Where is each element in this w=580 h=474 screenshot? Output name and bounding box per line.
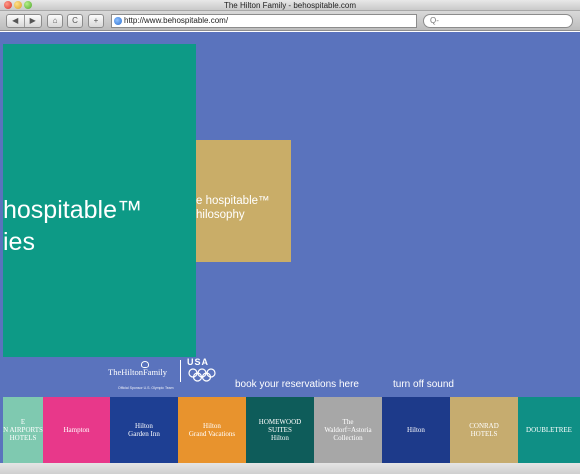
philosophy-heading: e hospitable™ hilosophy — [196, 195, 270, 221]
brand-tile-hilton[interactable]: Hilton — [382, 397, 450, 463]
brand-tile-hilton-grand-vacations[interactable]: Hilton Grand Vacations — [178, 397, 246, 463]
brand-tile-embassy[interactable]: E N AIRPORTS HOTELS — [3, 397, 43, 463]
search-field[interactable]: Q- — [423, 14, 573, 28]
book-reservations-link[interactable]: book your reservations here — [235, 379, 359, 390]
turn-off-sound-link[interactable]: turn off sound — [393, 379, 454, 390]
brand-tile-hilton-garden-inn[interactable]: Hilton Garden Inn — [110, 397, 178, 463]
brand-tile-doubletree[interactable]: DOUBLETREE — [518, 397, 580, 463]
brand-label: Hampton — [63, 426, 90, 434]
hospitable-panel[interactable]: hospitable™ ies — [3, 44, 196, 357]
back-forward-buttons: ◀ ▶ — [6, 14, 42, 28]
address-text: http://www.behospitable.com/ — [124, 16, 229, 25]
add-bookmark-button[interactable]: + — [88, 14, 104, 28]
brand-label: E N AIRPORTS HOTELS — [3, 418, 43, 442]
brand-label: DOUBLETREE — [526, 426, 572, 434]
brand-tile-hampton[interactable]: Hampton — [43, 397, 110, 463]
web-page: hospitable™ ies e hospitable™ hilosophy … — [0, 32, 580, 474]
philosophy-panel[interactable]: e hospitable™ hilosophy — [196, 140, 291, 262]
olympic-rings-icon — [188, 368, 216, 382]
brand-label: HOMEWOOD SUITES Hilton — [258, 418, 302, 442]
hospitable-heading: hospitable™ ies — [3, 196, 142, 256]
brand-label: Hilton Grand Vacations — [188, 422, 236, 438]
brand-tile-homewood-suites[interactable]: HOMEWOOD SUITES Hilton — [246, 397, 314, 463]
back-button[interactable]: ◀ — [7, 17, 24, 25]
brand-label: CONRAD HOTELS — [469, 422, 499, 438]
logo-divider — [180, 360, 181, 382]
brand-strip: E N AIRPORTS HOTELS Hampton Hilton Garde… — [0, 397, 580, 463]
brand-label: Hilton — [407, 426, 425, 434]
brand-tile-waldorf-astoria[interactable]: The Waldorf=Astoria Collection — [314, 397, 382, 463]
logo-wordmark: TheHiltonFamily — [108, 367, 168, 377]
usa-text: USA — [187, 357, 210, 367]
globe-icon — [114, 17, 122, 25]
window-title: The Hilton Family - behospitable.com — [223, 1, 357, 10]
home-button[interactable]: ⌂ — [47, 14, 63, 28]
browser-toolbar: ◀ ▶ ⌂ C + http://www.behospitable.com/ Q… — [0, 11, 580, 31]
brand-label: The Waldorf=Astoria Collection — [324, 418, 372, 442]
status-bar — [0, 463, 580, 474]
forward-button[interactable]: ▶ — [25, 17, 42, 25]
sponsor-text: Official Sponsor U.S. Olympic Team — [118, 386, 174, 390]
address-bar[interactable]: http://www.behospitable.com/ — [111, 14, 417, 28]
reload-button[interactable]: C — [67, 14, 83, 28]
brand-label: Hilton Garden Inn — [128, 422, 160, 438]
window-titlebar: The Hilton Family - behospitable.com — [0, 0, 580, 11]
brand-tile-conrad[interactable]: CONRAD HOTELS — [450, 397, 518, 463]
hilton-family-logo: TheHiltonFamily USA Official Sponsor U.S… — [108, 357, 228, 393]
